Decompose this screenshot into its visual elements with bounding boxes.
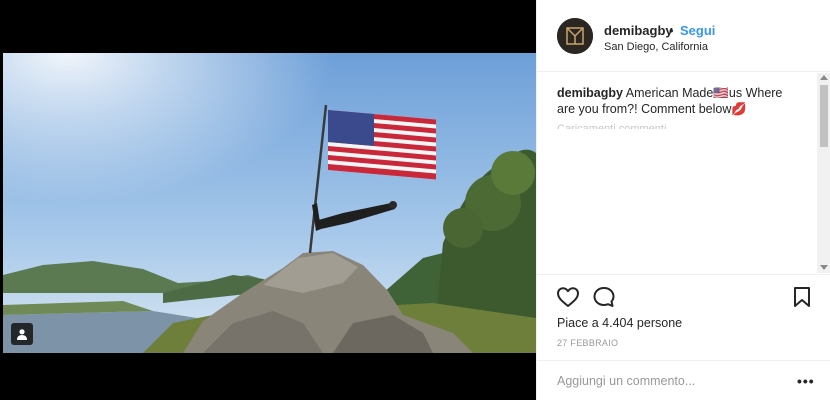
- post-photo[interactable]: [3, 53, 536, 353]
- caption-username[interactable]: demibagby: [557, 86, 623, 100]
- landscape-photo: [3, 53, 536, 353]
- post-username[interactable]: demibagby: [604, 23, 673, 38]
- post-actions: Piace a 4.404 persone 27 FEBBRAIO: [537, 274, 830, 360]
- person-glyph-icon: [17, 329, 27, 340]
- comments-scrollbar[interactable]: [817, 73, 830, 273]
- comment-bubble-icon[interactable]: [592, 286, 616, 308]
- comment-input[interactable]: [557, 371, 777, 391]
- follow-button[interactable]: Segui: [680, 23, 715, 38]
- post-caption: demibagby American Made🇺🇸us Where are yo…: [557, 85, 802, 117]
- scroll-up-arrow-icon[interactable]: [820, 75, 828, 80]
- post-side-panel: demibagby • Segui San Diego, California …: [536, 0, 830, 400]
- post-date[interactable]: 27 FEBBRAIO: [557, 338, 618, 348]
- scroll-thumb[interactable]: [820, 85, 828, 147]
- scroll-down-arrow-icon[interactable]: [820, 265, 828, 270]
- more-options-button[interactable]: •••: [797, 373, 815, 389]
- likes-count[interactable]: Piace a 4.404 persone: [557, 316, 682, 330]
- comments-area: demibagby American Made🇺🇸us Where are yo…: [537, 73, 830, 273]
- follow-separator: •: [669, 23, 674, 38]
- bookmark-icon[interactable]: [792, 286, 812, 308]
- post-header: demibagby • Segui San Diego, California: [537, 0, 830, 72]
- heart-icon[interactable]: [556, 286, 580, 308]
- load-more-comments[interactable]: Caricamenti commenti...: [557, 123, 676, 129]
- post-media: [0, 0, 536, 400]
- user-tag-icon[interactable]: [11, 323, 33, 345]
- add-comment-bar: •••: [537, 360, 830, 400]
- post-location[interactable]: San Diego, California: [604, 41, 708, 53]
- avatar[interactable]: [557, 18, 593, 54]
- avatar-image-icon: [557, 18, 593, 54]
